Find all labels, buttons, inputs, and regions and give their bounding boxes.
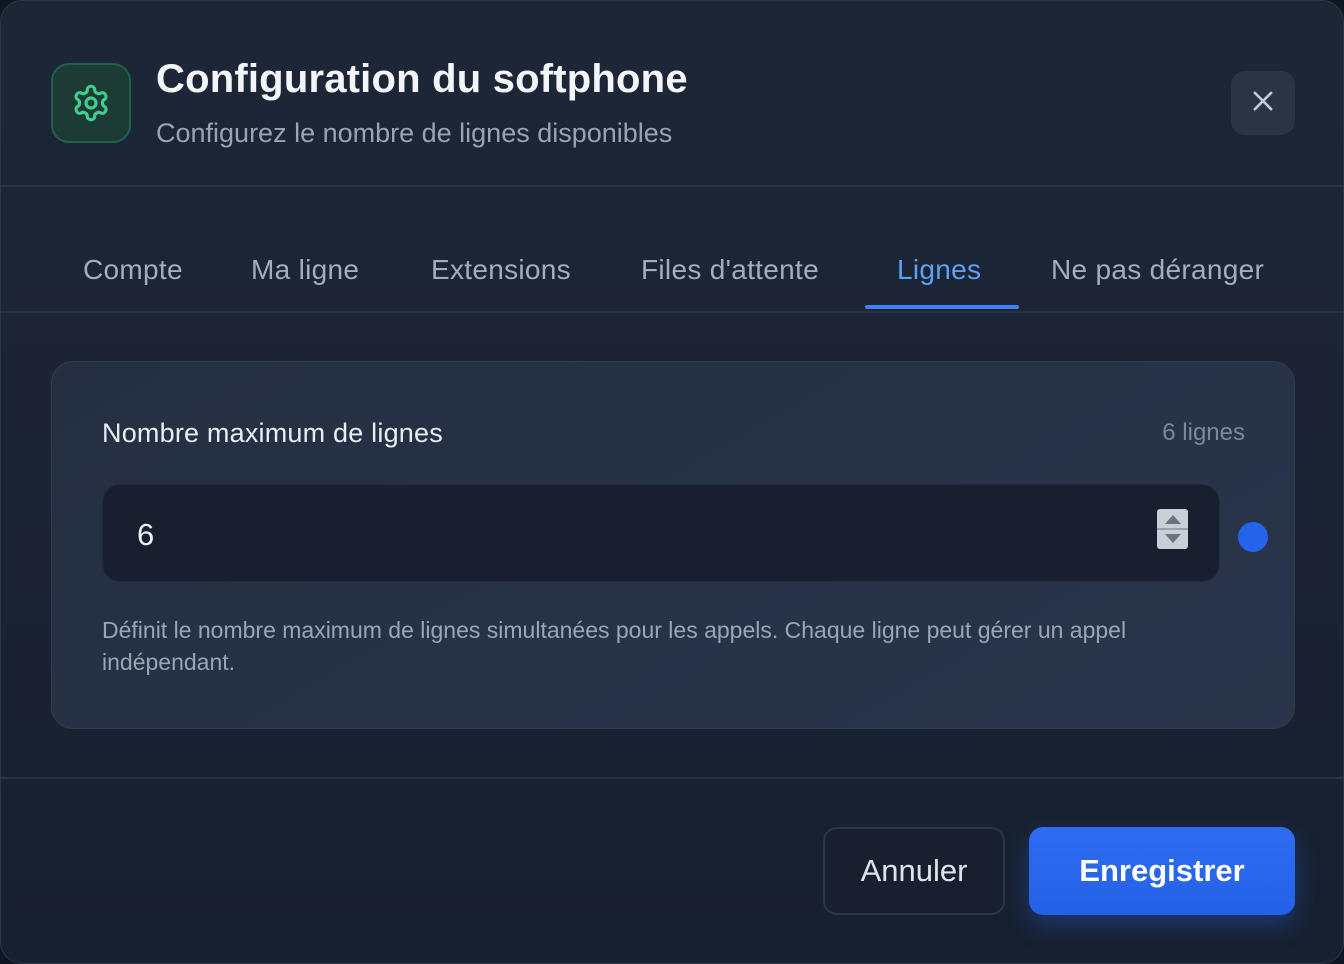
active-tab-indicator: [865, 305, 1019, 309]
max-lines-value: 6: [137, 517, 155, 552]
tab-compte[interactable]: Compte: [83, 254, 183, 286]
cancel-button[interactable]: Annuler: [823, 827, 1005, 915]
close-button[interactable]: [1231, 71, 1295, 135]
stepper-down-icon[interactable]: [1165, 534, 1181, 543]
max-lines-label: Nombre maximum de lignes: [102, 418, 443, 448]
max-lines-input[interactable]: 6: [102, 484, 1220, 582]
tab-lignes[interactable]: Lignes: [897, 254, 981, 286]
tab-overflow-hint: [1335, 267, 1343, 287]
tabs-divider: [1, 311, 1343, 313]
save-button[interactable]: Enregistrer: [1029, 827, 1295, 915]
max-lines-help-text: Définit le nombre maximum de lignes simu…: [102, 617, 1127, 675]
dialog-header: Configuration du softphone Configurez le…: [1, 1, 1343, 186]
gear-icon: [51, 63, 131, 143]
dialog-subtitle: Configurez le nombre de lignes disponibl…: [156, 118, 673, 148]
lines-count-badge: 6 lignes: [1162, 419, 1245, 446]
tab-files-d-attente[interactable]: Files d'attente: [641, 254, 819, 286]
status-dot: [1238, 522, 1268, 552]
tab-ne-pas-deranger[interactable]: Ne pas déranger: [1051, 254, 1264, 286]
number-stepper[interactable]: [1157, 509, 1188, 549]
tab-ma-ligne[interactable]: Ma ligne: [251, 254, 359, 286]
tab-extensions[interactable]: Extensions: [431, 254, 571, 286]
footer-divider: [1, 777, 1343, 779]
close-icon: [1249, 87, 1277, 120]
dialog-title: Configuration du softphone: [156, 57, 688, 101]
max-lines-card: Nombre maximum de lignes 6 lignes 6 Défi…: [51, 361, 1295, 729]
softphone-config-dialog: Configuration du softphone Configurez le…: [0, 0, 1344, 964]
tab-bar: Compte Ma ligne Extensions Files d'atten…: [1, 187, 1343, 311]
stepper-up-icon[interactable]: [1165, 515, 1181, 524]
